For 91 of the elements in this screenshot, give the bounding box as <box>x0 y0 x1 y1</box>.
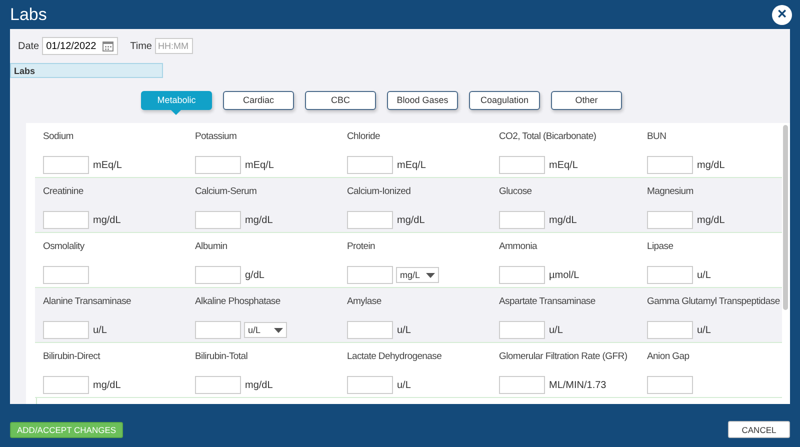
field-label: CO2, Total (Bicarbonate) <box>499 131 598 144</box>
input-field[interactable] <box>43 321 89 339</box>
input-field[interactable] <box>647 376 693 394</box>
calendar-icon[interactable] <box>102 40 114 52</box>
input-field[interactable] <box>647 211 693 229</box>
date-field[interactable]: 01/12/2022 <box>42 37 118 55</box>
field-label: Lactate Dehydrogenase <box>347 351 443 364</box>
tab-pointer-icon <box>170 109 182 115</box>
unit-label: mg/dL <box>93 214 121 226</box>
unit-label: u/L <box>697 270 711 280</box>
field-label: Gamma Glutamyl Transpeptidase <box>647 296 781 309</box>
input-field[interactable] <box>347 211 393 229</box>
unit-dropdown[interactable]: mg/L <box>396 267 439 283</box>
input-field[interactable] <box>347 156 393 174</box>
field-label: Glomerular Filtration Rate (GFR) <box>499 351 628 364</box>
unit-dropdown[interactable]: u/L <box>244 322 287 338</box>
field-label: Albumin <box>195 241 228 254</box>
field-label: BUN <box>647 131 668 144</box>
cancel-button[interactable]: CANCEL <box>728 421 790 438</box>
tab[interactable]: Cardiac <box>223 90 294 110</box>
input-field[interactable] <box>195 321 241 339</box>
input-field[interactable] <box>647 321 693 339</box>
unit-label: u/L <box>93 324 107 336</box>
unit-label: u/L <box>397 380 411 390</box>
field-label: Calcium-Ionized <box>347 186 412 199</box>
unit-label: u/L <box>549 324 563 336</box>
field-label: Osmolality <box>43 241 86 254</box>
time-field[interactable]: HH:MM <box>154 38 193 54</box>
unit-label: mEq/L <box>245 160 274 170</box>
input-field[interactable] <box>195 266 241 284</box>
field-label: Sodium <box>43 131 74 144</box>
caret-icon <box>274 328 283 332</box>
field-label: Aspartate Transaminase <box>499 296 596 309</box>
scrollbar-thumb[interactable] <box>783 125 788 310</box>
input-field[interactable] <box>195 211 241 229</box>
input-field[interactable] <box>499 266 545 284</box>
input-field[interactable] <box>499 376 545 394</box>
input-field[interactable] <box>195 376 241 394</box>
unit-label: u/L <box>397 324 411 336</box>
tab[interactable]: Blood Gases <box>387 90 458 110</box>
input-field[interactable] <box>195 156 241 174</box>
field-label: Amylase <box>347 296 382 309</box>
field-label: Creatinine <box>43 186 84 199</box>
field-label: Ammonia <box>499 241 538 254</box>
input-field[interactable] <box>43 211 89 229</box>
input-field[interactable] <box>499 211 545 229</box>
input-field[interactable] <box>43 266 89 284</box>
section-header: Labs <box>10 63 163 78</box>
field-label: Alanine Transaminase <box>43 296 132 309</box>
field-label: Lipase <box>647 241 674 254</box>
field-label: Glucose <box>499 186 533 199</box>
input-field[interactable] <box>499 321 545 339</box>
field-label: Bilirubin-Direct <box>43 351 102 364</box>
input-field[interactable] <box>347 266 393 284</box>
unit-label: µmol/L <box>549 270 580 280</box>
unit-label: ML/MIN/1.73 <box>549 380 606 390</box>
input-field[interactable] <box>347 376 393 394</box>
unit-label: u/L <box>697 324 711 336</box>
unit-label: mg/dL <box>245 380 273 390</box>
field-label: Magnesium <box>647 186 694 199</box>
date-label: Date <box>18 40 40 52</box>
input-field[interactable] <box>43 156 89 174</box>
field-label: Calcium-Serum <box>195 186 258 199</box>
caret-icon <box>426 272 435 278</box>
tab[interactable]: CBC <box>305 90 376 110</box>
field-label: Bilirubin-Total <box>195 351 249 364</box>
input-field[interactable] <box>647 156 693 174</box>
unit-label: mg/dL <box>397 214 425 226</box>
unit-label: mg/dL <box>245 214 273 226</box>
input-field[interactable] <box>347 321 393 339</box>
input-field[interactable] <box>499 156 545 174</box>
tab[interactable]: Coagulation <box>469 90 540 110</box>
field-label: Protein <box>347 241 376 254</box>
unit-label: mEq/L <box>93 160 122 170</box>
close-button[interactable]: × <box>772 4 792 24</box>
field-label: Potassium <box>195 131 238 144</box>
unit-label: g/dL <box>245 270 264 280</box>
unit-label: mg/dL <box>697 160 725 170</box>
unit-label: mg/dL <box>697 214 725 226</box>
field-label: Alkaline Phosphatase <box>195 296 282 309</box>
unit-label: mEq/L <box>397 160 426 170</box>
tab[interactable]: Other <box>551 90 622 110</box>
field-label: Chloride <box>347 131 381 144</box>
input-field[interactable] <box>43 376 89 394</box>
unit-label: mg/dL <box>549 214 577 226</box>
unit-label: mg/dL <box>93 380 121 390</box>
time-label: Time <box>130 40 152 52</box>
field-label: Anion Gap <box>647 351 690 364</box>
unit-label: mEq/L <box>549 160 578 170</box>
window-title: Labs <box>10 4 47 24</box>
input-field[interactable] <box>647 266 693 284</box>
